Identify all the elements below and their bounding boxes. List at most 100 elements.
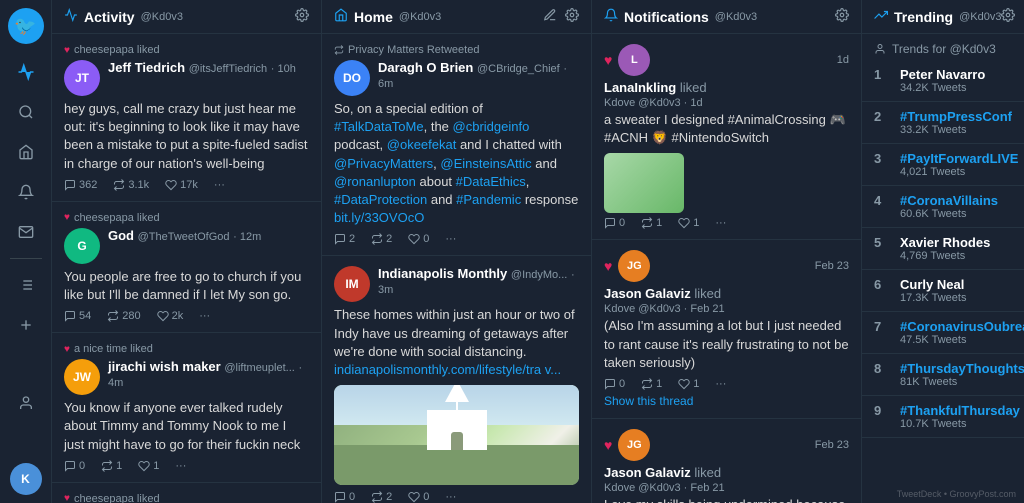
- more-action[interactable]: ···: [715, 378, 726, 390]
- church-door: [451, 432, 463, 450]
- activity-settings-btn[interactable]: [295, 8, 309, 25]
- like-action[interactable]: 2k: [157, 310, 184, 322]
- retweet-action[interactable]: 1: [641, 378, 662, 390]
- hashtag-link[interactable]: #DataEthics: [456, 174, 526, 189]
- trend-count: 4,021 Tweets: [900, 166, 1018, 178]
- reply-action[interactable]: 0: [334, 491, 355, 503]
- trend-rank: 9: [874, 403, 890, 418]
- sidebar-item-notifications[interactable]: [8, 174, 44, 210]
- trend-item-8[interactable]: 8 #ThursdayThoughts 81K Tweets: [862, 354, 1024, 396]
- show-thread-btn[interactable]: Show this thread: [604, 394, 849, 408]
- retweet-action[interactable]: 2: [371, 491, 392, 503]
- more-action[interactable]: ···: [445, 491, 456, 503]
- mention-link[interactable]: @cbridgeinfo: [453, 119, 530, 134]
- more-action[interactable]: ···: [199, 310, 210, 322]
- tweet-item[interactable]: ♥ cheesepapa liked G God @TheTweetOfGod …: [52, 202, 321, 333]
- more-action[interactable]: ···: [445, 233, 456, 245]
- notif-tweet-text: a sweater I designed #AnimalCrossing 🎮 #…: [604, 111, 849, 147]
- retweet-action[interactable]: 1: [641, 217, 662, 229]
- like-action[interactable]: 1: [678, 378, 699, 390]
- sidebar-item-activity[interactable]: [8, 54, 44, 90]
- list-icon: [18, 277, 34, 293]
- reply-action[interactable]: 0: [604, 378, 625, 390]
- mention-link[interactable]: @ronanlupton: [334, 174, 416, 189]
- liked-by-text: cheesepapa liked: [74, 44, 160, 56]
- tweet-avatar: JT: [64, 60, 100, 96]
- url-link[interactable]: indianapolismonthly.com/lifestyle/tra v.…: [334, 362, 561, 377]
- like-action[interactable]: 17k: [165, 179, 198, 191]
- more-action[interactable]: ···: [715, 217, 726, 229]
- app-logo[interactable]: 🐦: [8, 8, 44, 44]
- hashtag-link[interactable]: #TalkDataToMe: [334, 119, 424, 134]
- sidebar-item-search[interactable]: [8, 94, 44, 130]
- notif-header: ♥ JG Feb 23: [604, 250, 849, 282]
- retweet-action[interactable]: 2: [371, 233, 392, 245]
- sidebar-item-lists[interactable]: [8, 267, 44, 303]
- more-action[interactable]: ···: [214, 179, 225, 191]
- trend-info: #TrumpPressConf 33.2K Tweets: [900, 109, 1012, 136]
- trend-item-6[interactable]: 6 Curly Neal 17.3K Tweets: [862, 270, 1024, 312]
- tweet-header: JT Jeff Tiedrich @itsJeffTiedrich · 10h: [64, 60, 309, 96]
- more-action[interactable]: ···: [175, 460, 186, 472]
- sidebar-item-add[interactable]: [8, 307, 44, 343]
- mention-link[interactable]: @okeefekat: [387, 137, 457, 152]
- trend-item-9[interactable]: 9 #ThankfulThursday 10.7K Tweets: [862, 396, 1024, 438]
- notification-item[interactable]: ♥ JG Feb 23 Jason Galaviz liked Kdove @K…: [592, 240, 861, 419]
- trend-item-5[interactable]: 5 Xavier Rhodes 4,769 Tweets: [862, 228, 1024, 270]
- tweet-author-handle: @CBridge_Chief: [477, 63, 560, 75]
- retweet-action[interactable]: 280: [107, 310, 140, 322]
- url-link[interactable]: bit.ly/33OVOcO: [334, 210, 424, 225]
- watermark: TweetDeck • GroovyPost.com: [862, 485, 1024, 503]
- sidebar-item-home[interactable]: [8, 134, 44, 170]
- trending-settings-btn[interactable]: [1001, 8, 1015, 25]
- trend-name: Curly Neal: [900, 277, 966, 292]
- church-steeple: [445, 385, 469, 402]
- reply-action[interactable]: 362: [64, 179, 97, 191]
- like-icon: [138, 460, 150, 472]
- notif-liker: Jason Galaviz: [604, 286, 691, 301]
- home-compose-btn[interactable]: [543, 8, 557, 25]
- tweet-item[interactable]: ♥ cheesepapa liked JT Jeff Tiedrich @its…: [52, 34, 321, 202]
- trend-item-2[interactable]: 2 #TrumpPressConf 33.2K Tweets: [862, 102, 1024, 144]
- reply-action[interactable]: 0: [64, 460, 85, 472]
- activity-header-actions: [295, 8, 309, 25]
- tweet-item[interactable]: ♥ cheesepapa liked DA David Axelrod ✓ @d…: [52, 483, 321, 503]
- trend-item-1[interactable]: 1 Peter Navarro 34.2K Tweets: [862, 60, 1024, 102]
- reply-action[interactable]: 0: [604, 217, 625, 229]
- tweet-item[interactable]: ♥ a nice time liked JW jirachi wish make…: [52, 333, 321, 483]
- tweet-avatar: JW: [64, 359, 100, 395]
- tweet-text: You people are free to go to church if y…: [64, 268, 309, 304]
- tweet-item[interactable]: IM Indianapolis Monthly @IndyMo... · 3m …: [322, 256, 591, 503]
- notifications-settings-btn[interactable]: [835, 8, 849, 25]
- trend-item-3[interactable]: 3 #PayItForwardLIVE 4,021 Tweets: [862, 144, 1024, 186]
- hashtag-link[interactable]: #Pandemic: [456, 192, 521, 207]
- mention-link[interactable]: @PrivacyMatters: [334, 156, 433, 171]
- reply-action[interactable]: 54: [64, 310, 91, 322]
- sidebar-item-profile[interactable]: [8, 385, 44, 421]
- home-settings-btn[interactable]: [565, 8, 579, 25]
- like-icon: [678, 378, 690, 390]
- home-column: Home @Kd0v3 Privacy Matters Retweeted: [322, 0, 592, 503]
- mention-link[interactable]: @EinsteinsAttic: [440, 156, 531, 171]
- notif-liked-by: Kdove @Kd0v3 · Feb 21: [604, 482, 849, 494]
- reply-action[interactable]: 2: [334, 233, 355, 245]
- like-action[interactable]: 1: [678, 217, 699, 229]
- like-action[interactable]: 0: [408, 491, 429, 503]
- like-icon: [408, 491, 420, 503]
- user-avatar[interactable]: K: [10, 463, 42, 495]
- sidebar-item-messages[interactable]: [8, 214, 44, 250]
- trend-item-7[interactable]: 7 #CoronavirusOubreak 47.5K Tweets: [862, 312, 1024, 354]
- tweet-item[interactable]: Privacy Matters Retweeted DO Daragh O Br…: [322, 34, 591, 256]
- notification-item[interactable]: ♥ JG Feb 23 Jason Galaviz liked Kdove @K…: [592, 419, 861, 503]
- trending-column-handle: @Kd0v3: [959, 11, 1001, 23]
- trend-item-4[interactable]: 4 #CoronaVillains 60.6K Tweets: [862, 186, 1024, 228]
- retweet-action[interactable]: 3.1k: [113, 179, 149, 191]
- notification-item[interactable]: ♥ L 1d LanaInkling liked Kdove @Kd0v3 · …: [592, 34, 861, 240]
- hashtag-link[interactable]: #DataProtection: [334, 192, 427, 207]
- trend-name: #TrumpPressConf: [900, 109, 1012, 124]
- retweet-action[interactable]: 1: [101, 460, 122, 472]
- trend-count: 60.6K Tweets: [900, 208, 998, 220]
- like-action[interactable]: 0: [408, 233, 429, 245]
- trend-count: 10.7K Tweets: [900, 418, 1020, 430]
- like-action[interactable]: 1: [138, 460, 159, 472]
